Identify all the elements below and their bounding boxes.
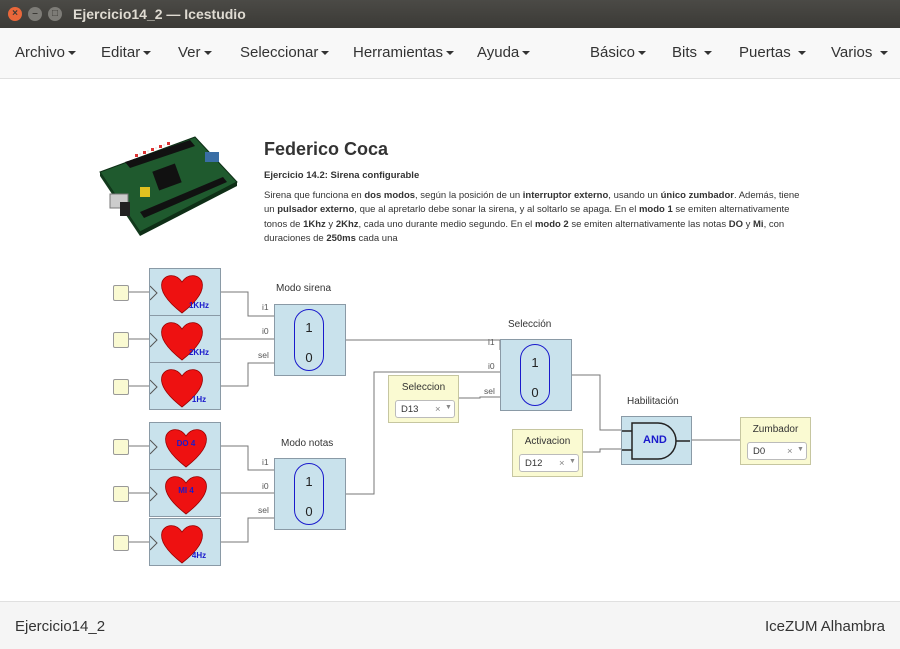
and-label: AND (643, 434, 667, 446)
and-gate-block[interactable]: AND (621, 416, 692, 465)
mux-value-top: 1 (305, 474, 313, 489)
mux-value-bottom: 0 (531, 385, 539, 400)
mux-seleccion-block[interactable]: 1 0 (500, 339, 572, 411)
input-checkbox[interactable] (113, 285, 129, 301)
clear-icon[interactable]: × (559, 458, 565, 469)
heart-label: MI 4 (178, 486, 194, 495)
heart-block-2khz[interactable]: 2KHz (149, 315, 221, 363)
input-checkbox[interactable] (113, 486, 129, 502)
dropdown-arrow-icon[interactable]: ▼ (797, 446, 804, 453)
and-title: Habilitación (627, 396, 679, 407)
mux-seleccion-title: Selección (508, 319, 552, 330)
input-pin-seleccion[interactable]: Seleccion D13 × ▼ (388, 375, 459, 423)
heart-block-1khz[interactable]: 1KHz (149, 268, 221, 316)
heart-label: 4Hz (191, 551, 207, 560)
input-checkbox[interactable] (113, 332, 129, 348)
fpga-board-image (99, 136, 238, 236)
input-checkbox[interactable] (113, 535, 129, 551)
pin-value: D0 (753, 446, 766, 457)
input-pin-activacion[interactable]: Activacion D12 × ▼ (512, 429, 583, 477)
pin-select[interactable]: D0 × ▼ (747, 442, 807, 460)
pin-select[interactable]: D12 × ▼ (519, 454, 579, 472)
heart-block-do4[interactable]: DO 4 (149, 422, 221, 470)
mux-sirena-block[interactable]: 1 0 (274, 304, 346, 376)
mux-symbol: 1 0 (294, 309, 324, 371)
mux-notas-block[interactable]: 1 0 (274, 458, 346, 530)
clear-icon[interactable]: × (787, 446, 793, 457)
dropdown-arrow-icon[interactable]: ▼ (445, 404, 452, 411)
port-label: sel (258, 505, 269, 515)
heart-label: 2KHz (188, 348, 209, 357)
input-checkbox[interactable] (113, 439, 129, 455)
mux-notas-title: Modo notas (281, 438, 334, 449)
mux-value-top: 1 (531, 355, 539, 370)
status-bar: Ejercicio14_2 IceZUM Alhambra (0, 601, 900, 649)
pin-value: D13 (401, 404, 419, 415)
port-label: sel (484, 386, 495, 396)
heart-label: DO 4 (176, 439, 196, 448)
board-name[interactable]: IceZUM Alhambra (765, 618, 885, 635)
heart-block-1hz[interactable]: 1Hz (149, 362, 221, 410)
mux-symbol: 1 0 (520, 344, 550, 406)
output-pin-zumbador[interactable]: Zumbador D0 × ▼ (740, 417, 811, 465)
port-label: i0 (262, 481, 269, 491)
project-info: Federico Coca Ejercicio 14.2: Sirena con… (264, 139, 804, 247)
port-label: i1 (262, 457, 269, 467)
port-label: i1 (488, 337, 495, 347)
mux-value-bottom: 0 (305, 350, 313, 365)
project-name: Ejercicio14_2 (15, 618, 106, 635)
dropdown-arrow-icon[interactable]: ▼ (569, 458, 576, 465)
author-name: Federico Coca (264, 139, 389, 159)
heart-block-mi4[interactable]: MI 4 (149, 469, 221, 517)
pin-title: Zumbador (752, 424, 799, 435)
clear-icon[interactable]: × (435, 404, 441, 415)
port-label: i0 (262, 326, 269, 336)
heart-label: 1KHz (188, 301, 209, 310)
pin-select[interactable]: D13 × ▼ (395, 400, 455, 418)
port-label: sel (258, 350, 269, 360)
mux-symbol: 1 0 (294, 463, 324, 525)
heart-label: 1Hz (191, 395, 207, 404)
mux-sirena-title: Modo sirena (276, 283, 332, 294)
heart-block-4hz[interactable]: 4Hz (149, 518, 221, 566)
mux-value-top: 1 (305, 320, 313, 335)
port-label: i0 (488, 361, 495, 371)
wires (128, 291, 740, 543)
exercise-subtitle: Ejercicio 14.2: Sirena configurable (264, 170, 420, 181)
pin-title: Seleccion (401, 382, 446, 393)
pin-value: D12 (525, 458, 543, 469)
mux-value-bottom: 0 (305, 504, 313, 519)
port-label: i1 (262, 302, 269, 312)
pin-title: Activacion (524, 436, 571, 447)
input-checkbox[interactable] (113, 379, 129, 395)
exercise-description: Sirena que funciona en dos modos, según … (264, 190, 800, 245)
